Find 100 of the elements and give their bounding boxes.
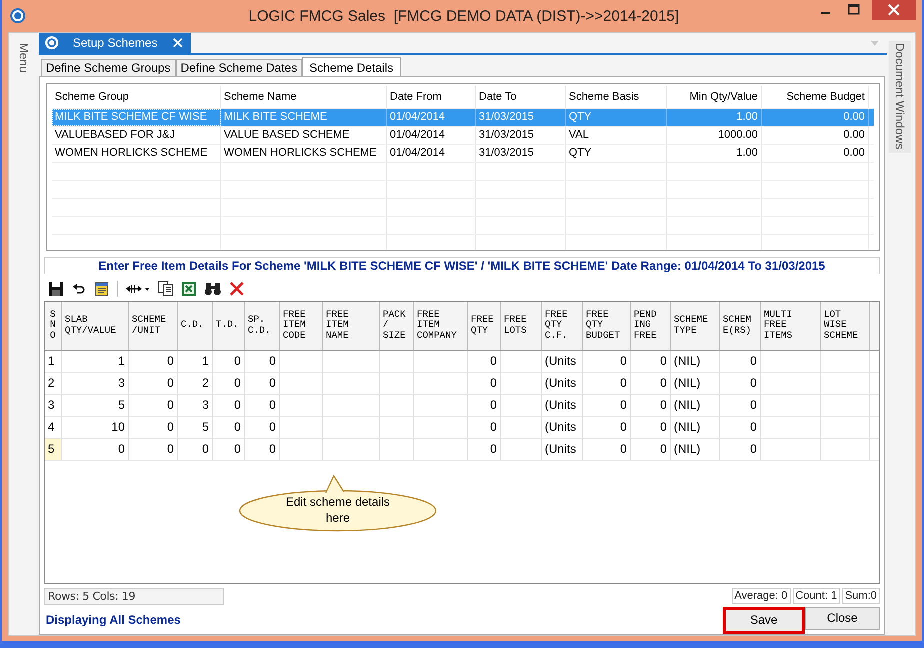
window-title: LOGIC FMCG Sales [FMCG DEMO DATA (DIST)->>2014-2015] [248,8,680,24]
table-cell: 0 [269,420,276,434]
column-header[interactable]: Scheme Name [221,86,387,108]
row-number-cell: 3 [45,394,62,416]
column-header[interactable]: Scheme Budget [762,86,869,108]
summary-field: Count: 1 [792,588,840,604]
column-header[interactable]: FREE ITEM COMPANY [414,302,468,350]
tab[interactable]: Define Scheme Groups [41,59,176,76]
table-cell: 0 [167,354,174,368]
table-cell: 0 [234,354,241,368]
table-cell: 0 [620,354,627,368]
table-cell: 0 [269,398,276,412]
notepad-icon[interactable] [94,280,110,297]
grid-size-status: Rows: 5 Cols: 19 [44,588,224,605]
detail-caption: Enter Free Item Details For Scheme 'MILK BITE SCHEME CF WISE' / 'MILK BITE SCHEME' Date Range: 01/04/2014 To 31/03/2015 [44,256,880,274]
table-cell: 0 [660,442,667,456]
save-icon[interactable] [48,280,64,297]
row-number-cell: 4 [45,416,62,438]
table-cell: 0 [167,376,174,390]
column-header[interactable]: C.D. [178,302,213,350]
column-header[interactable]: FREE QTY [468,302,501,350]
column-header[interactable]: PACK / SIZE [380,302,414,350]
close-icon[interactable] [872,0,916,20]
column-header[interactable]: SCHEME /UNIT [129,302,178,350]
table-cell: 0 [750,376,757,390]
table-cell: 0 [620,376,627,390]
column-header[interactable]: FREE QTY C.F. [542,302,583,350]
table-cell: 1000.00 [718,129,758,141]
table-cell: 5 [202,420,209,434]
column-header[interactable]: SP. C.D. [245,302,280,350]
binoculars-icon[interactable] [204,280,222,297]
table-cell: 0 [167,442,174,456]
close-icon[interactable] [173,38,183,48]
summary-field: Average: 0 [732,588,791,604]
table-cell: 0 [234,442,241,456]
table-cell: 0 [620,442,627,456]
table-cell: 0 [660,354,667,368]
table-cell: 0 [202,442,209,456]
scheme-row[interactable]: WOMEN HORLICKS SCHEME WOMEN HORLICKS SCHEME 01/04/2014 31/03/2015 QTY 1.00 0.00 [52,145,874,163]
document-tab[interactable]: Setup Schemes [39,33,191,53]
table-cell: 0 [750,398,757,412]
table-cell: 0.00 [844,129,865,141]
table-cell: 0.00 [844,111,865,123]
column-header[interactable]: Scheme Basis [566,86,667,108]
column-header[interactable]: Date From [387,86,476,108]
column-header[interactable]: FREE ITEM CODE [280,302,323,350]
table-cell: MILK BITE SCHEME CF WISE [55,111,208,123]
column-header[interactable]: LOT WISE SCHEME [821,302,870,350]
table-cell: 0 [234,376,241,390]
close-button[interactable]: Close [805,606,880,630]
table-cell: 0.00 [844,147,865,159]
table-cell: 0 [660,376,667,390]
table-cell: (Units [545,398,576,412]
save-button[interactable]: Save [723,606,805,634]
column-header[interactable]: FREE LOTS [501,302,542,350]
table-cell: 0 [269,376,276,390]
copy-icon[interactable] [158,280,174,297]
table-cell: 1 [118,354,125,368]
column-header[interactable]: Scheme Group [52,86,221,108]
column-header[interactable]: Date To [476,86,566,108]
table-cell: 1.00 [736,111,758,123]
table-cell: 31/03/2015 [479,111,534,123]
menu-panel-tab[interactable]: Menu [17,43,31,635]
column-header[interactable]: T.D. [213,302,245,350]
table-cell: (Units [545,420,576,434]
table-cell: 0 [490,442,497,456]
table-cell: 0 [167,398,174,412]
column-header[interactable]: PEND ING FREE [631,302,671,350]
table-cell: 0 [750,420,757,434]
table-cell: (NIL) [674,442,701,456]
table-cell: 0 [118,442,125,456]
column-header[interactable]: SCHEM E(RS) [720,302,761,350]
row-number-cell: 5 [45,438,62,460]
table-cell: 10 [112,420,125,434]
scheme-row[interactable]: VALUEBASED FOR J&J VALUE BASED SCHEME 01/04/2014 31/03/2015 VAL 1000.00 0.00 [52,127,874,145]
table-cell: 0 [269,442,276,456]
spreadsheet-icon[interactable] [181,280,197,297]
tab[interactable]: Scheme Details [302,57,401,77]
table-cell: 5 [118,398,125,412]
tab[interactable]: Define Scheme Dates [176,59,302,76]
column-header[interactable]: SLAB QTY/VALUE [62,302,129,350]
table-cell: 2 [202,376,209,390]
table-cell: 01/04/2014 [390,147,446,159]
table-cell: (Units [545,354,576,368]
column-header[interactable]: SCHEME TYPE [671,302,720,350]
table-cell: 0 [234,420,241,434]
column-header[interactable]: MULTI FREE ITEMS [761,302,821,350]
delete-icon[interactable] [229,280,245,297]
row-number-cell: 1 [45,350,62,372]
column-header[interactable]: SNO [45,302,62,350]
table-cell: 0 [750,442,757,456]
row-number-cell: 2 [45,372,62,394]
column-header[interactable]: FREE QTY BUDGET [583,302,631,350]
table-cell: 0 [490,398,497,412]
table-cell: VAL [569,129,589,141]
table-cell: 0 [490,420,497,434]
table-cell: (NIL) [674,354,701,368]
app-logo-icon [10,8,26,24]
column-header[interactable]: Min Qty/Value [667,86,762,108]
column-header[interactable]: FREE ITEM NAME [323,302,380,350]
